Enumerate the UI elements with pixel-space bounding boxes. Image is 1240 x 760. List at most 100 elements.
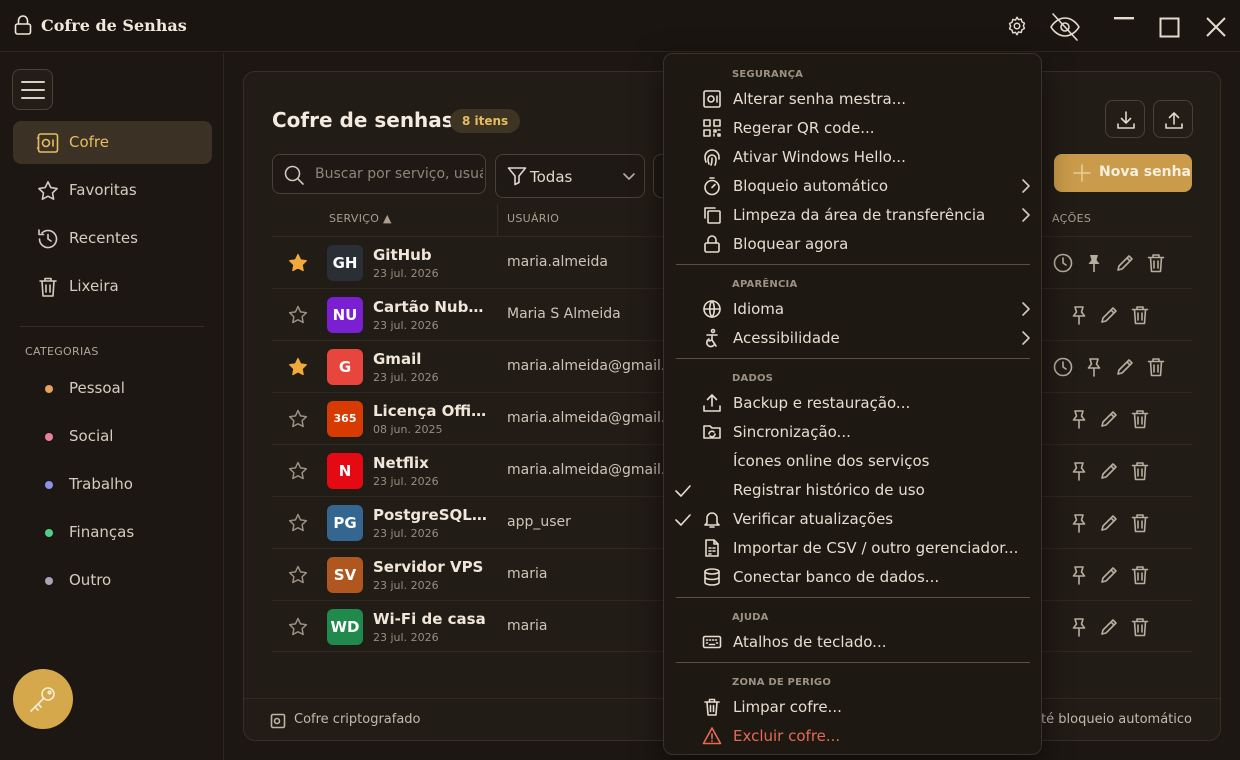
menu-item-label: Bloqueio automático [733,177,889,195]
menu-item-label: Idioma [733,300,785,318]
chevron-right-icon [1018,330,1034,346]
menu-divider [676,662,1030,663]
menu-section-appearance: APARÊNCIA [732,279,798,290]
favorite-star-icon[interactable] [287,616,309,638]
menu-item-windows-hello[interactable]: Ativar Windows Hello... [664,143,1041,172]
sidebar-item-recentes[interactable]: Recentes [13,217,212,260]
lock-icon [702,234,722,254]
eye-off-icon[interactable] [1048,11,1082,43]
column-divider [497,204,498,236]
column-header-user[interactable]: USUÁRIO [507,212,559,225]
sidebar-item-favoritas[interactable]: Favoritas [13,169,212,212]
sync-folder-icon [702,422,722,442]
app-title: Cofre de Senhas [41,16,187,35]
service-avatar: NU [327,297,363,333]
trash-icon [1131,306,1149,325]
menu-item-check-updates[interactable]: Verificar atualizações [664,505,1041,534]
minimize-button[interactable] [1113,16,1135,26]
edit-icon [1101,619,1117,635]
download-icon [1117,111,1135,129]
qr-code-icon [702,118,722,138]
menu-section-security: SEGURANÇA [732,69,804,80]
menu-item-language[interactable]: Idioma [664,295,1041,324]
menu-item-online-icons[interactable]: Ícones online dos serviços [664,447,1041,476]
menu-item-usage-history[interactable]: Registrar histórico de uso [664,476,1041,505]
service-name: Licença Office 365 [373,402,488,420]
sidebar-item-label: Favoritas [69,181,137,199]
menu-item-sync[interactable]: Sincronização... [664,418,1041,447]
menu-item-clipboard-cleanup[interactable]: Limpeza da área de transferência [664,201,1041,230]
timer-icon [702,176,722,196]
upload-button[interactable] [1153,100,1193,138]
service-avatar: GH [327,245,363,281]
menu-divider [676,597,1030,598]
menu-item-label: Ícones online dos serviços [733,452,930,470]
menu-item-backup[interactable]: Backup e restauração... [664,389,1041,418]
menu-item-connect-db[interactable]: Conectar banco de dados... [664,563,1041,592]
category-dot [45,577,53,585]
service-name: PostgreSQL produção [373,506,488,524]
sidebar-item-label: Cofre [69,133,109,151]
new-password-button[interactable]: Nova senha [1054,154,1192,192]
sidebar-item-cofre[interactable]: Cofre [13,121,212,164]
service-name: Netflix [373,454,429,472]
menu-item-label: Verificar atualizações [733,510,894,528]
service-date: 23 jul. 2026 [373,319,439,332]
category-filter-select[interactable]: Todas [495,154,645,198]
chevron-right-icon [1018,301,1034,317]
menu-item-label: Backup e restauração... [733,394,911,412]
pin-icon [1087,358,1101,377]
column-header-actions: AÇÕES [1052,212,1092,225]
chevron-right-icon [1018,207,1034,223]
service-user: maria.almeida [507,254,608,270]
key-button[interactable] [13,669,73,729]
trash-icon [1131,566,1149,585]
menu-item-clear-vault[interactable]: Limpar cofre... [664,693,1041,722]
menu-item-delete-vault[interactable]: Excluir cofre... [664,722,1041,751]
menu-item-accessibility[interactable]: Acessibilidade [664,324,1041,353]
favorite-star-icon[interactable] [287,252,309,274]
trash-icon [1147,254,1165,273]
menu-item-label: Sincronização... [733,423,851,441]
accessibility-icon [702,328,722,348]
download-button[interactable] [1105,100,1145,138]
menu-item-keyboard-shortcuts[interactable]: Atalhos de teclado... [664,628,1041,657]
service-date: 23 jul. 2026 [373,527,439,540]
favorite-star-icon[interactable] [287,356,309,378]
search-input[interactable] [315,155,483,193]
clock-icon [1053,253,1073,273]
menu-item-import-csv[interactable]: Importar de CSV / outro gerenciador... [664,534,1041,563]
favorite-star-icon[interactable] [287,564,309,586]
service-name: Cartão Nubank [373,298,488,316]
menu-item-label: Importar de CSV / outro gerenciador... [733,539,1019,557]
category-dot [45,481,53,489]
menu-section-help: AJUDA [732,612,769,623]
sidebar-item-lixeira[interactable]: Lixeira [13,265,212,308]
menu-item-lock-now[interactable]: Bloquear agora [664,230,1041,259]
favorite-star-icon[interactable] [287,460,309,482]
gear-icon[interactable] [1006,15,1028,37]
checkmark-icon [674,482,692,500]
search-icon [284,165,304,185]
service-name: Wi-Fi de casa [373,610,486,628]
database-icon [702,567,722,587]
category-dot [45,385,53,393]
column-header-service[interactable]: SERVIÇO ▲ [329,212,392,225]
trash-icon [702,697,722,717]
category-label: Finanças [69,523,135,541]
menu-item-change-master-password[interactable]: Alterar senha mestra... [664,85,1041,114]
hamburger-menu-button[interactable] [12,69,53,110]
trash-icon [1131,410,1149,429]
favorite-star-icon[interactable] [287,408,309,430]
menu-item-auto-lock[interactable]: Bloqueio automático [664,172,1041,201]
star-icon [36,179,60,203]
pin-icon [1072,566,1086,585]
favorite-star-icon[interactable] [287,512,309,534]
edit-icon [1117,359,1133,375]
favorite-star-icon[interactable] [287,304,309,326]
service-user: app_user [507,514,571,530]
maximize-button[interactable] [1159,17,1181,39]
close-button[interactable] [1205,16,1227,38]
pin-icon [1072,306,1086,325]
menu-item-regen-qr[interactable]: Regerar QR code... [664,114,1041,143]
